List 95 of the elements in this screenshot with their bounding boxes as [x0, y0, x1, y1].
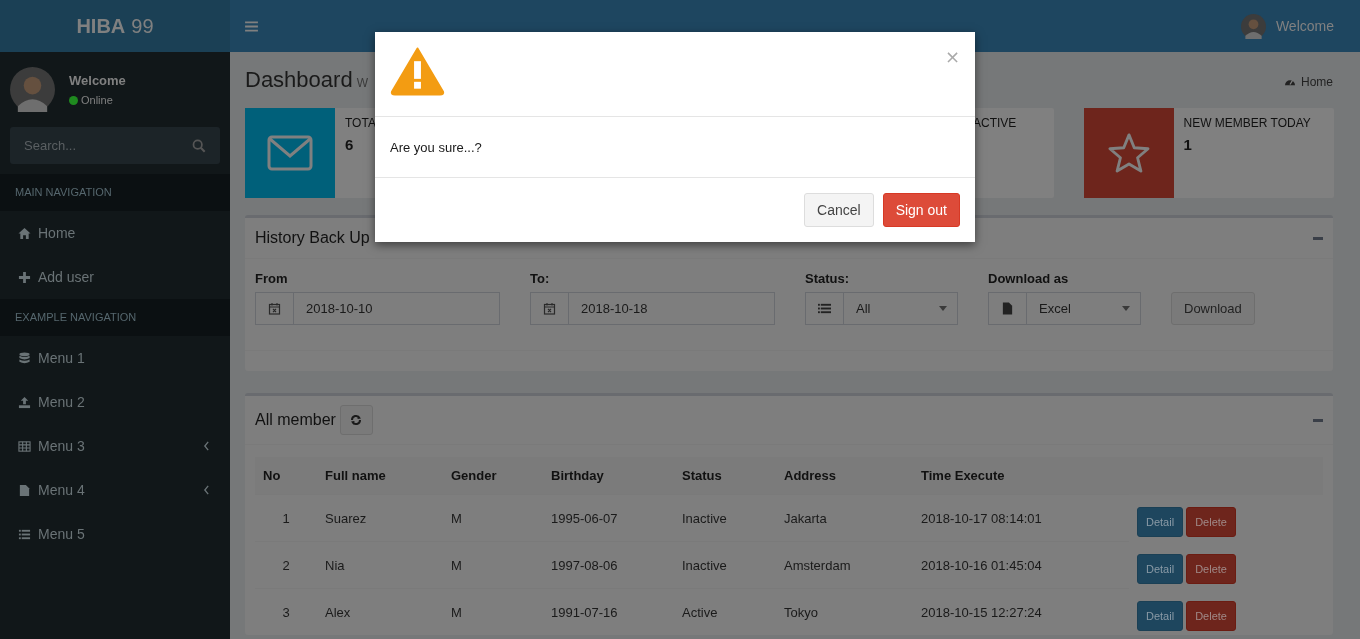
detail-button[interactable]: Detail: [1137, 554, 1184, 584]
table-cell: 2: [255, 541, 317, 589]
delete-button[interactable]: Delete: [1186, 507, 1236, 537]
info-box-label: NEW MEMBER TODAY: [1183, 116, 1311, 130]
file-icon: [1001, 302, 1014, 315]
sidebar-item[interactable]: Menu 1: [0, 336, 230, 380]
search-field[interactable]: Search...: [10, 127, 220, 164]
table-cell: Jakarta: [776, 494, 913, 542]
user-menu-link[interactable]: Welcome: [1275, 18, 1334, 34]
field-label: From: [255, 271, 289, 286]
list-icon: [18, 527, 31, 541]
download-button[interactable]: Download: [1171, 292, 1255, 325]
caret-icon: [939, 306, 947, 311]
sign-out-button[interactable]: Sign out: [882, 193, 960, 227]
search-icon[interactable]: [192, 139, 206, 153]
table-cell: Amsterdam: [776, 541, 913, 589]
refresh-button[interactable]: [339, 405, 373, 435]
avatar-icon[interactable]: [1240, 13, 1266, 39]
field-label: To:: [530, 271, 551, 286]
user-name: Welcome: [69, 73, 126, 88]
dropdown[interactable]: Excel: [988, 292, 1141, 325]
panel-title: All member: [255, 411, 336, 429]
column-header: Gender: [443, 457, 543, 495]
table-cell: 3: [255, 588, 317, 635]
home-icon: [18, 226, 31, 240]
envelope-icon: [267, 133, 313, 173]
menu-icon[interactable]: [245, 20, 258, 32]
sidebar-item[interactable]: Add user: [0, 255, 230, 299]
date-field[interactable]: 2018-10-18: [530, 292, 775, 325]
table-cell: 2018-10-17 08:14:01: [913, 494, 1129, 542]
caret-icon: [1122, 306, 1130, 311]
field-label: Download as: [988, 271, 1070, 286]
column-header: Status: [674, 457, 776, 495]
column-header: Birthday: [543, 457, 674, 495]
delete-button[interactable]: Delete: [1186, 601, 1236, 631]
collapse-icon[interactable]: [1313, 236, 1323, 240]
table-cell: 1991-07-16: [543, 588, 674, 635]
table-cell: Active: [674, 588, 776, 635]
calendar-icon: [268, 302, 281, 315]
warning-icon: [390, 46, 445, 96]
date-field[interactable]: 2018-10-10: [255, 292, 500, 325]
table-cell: 1997-08-06: [543, 541, 674, 589]
collapse-icon[interactable]: [1313, 418, 1323, 422]
list-icon: [818, 302, 831, 315]
nav-section-header: MAIN NAVIGATION: [0, 174, 230, 211]
app-logo[interactable]: HIBA 99: [0, 0, 230, 52]
online-status: Online: [69, 94, 126, 106]
dashboard-icon: [1284, 77, 1296, 87]
column-header: No: [255, 457, 317, 495]
field-label: Status:: [805, 271, 851, 286]
sidebar-item[interactable]: Menu 5: [0, 512, 230, 556]
upload-icon: [18, 395, 31, 409]
table-cell: 1: [255, 494, 317, 542]
cancel-button[interactable]: Cancel: [804, 193, 874, 227]
column-header: Time Execute: [913, 457, 1129, 495]
sidebar-item[interactable]: Menu 3: [0, 424, 230, 468]
column-header: Full name: [317, 457, 443, 495]
database-icon: [18, 351, 31, 365]
sidebar-item[interactable]: Menu 4: [0, 468, 230, 512]
sidebar-item[interactable]: Home: [0, 211, 230, 255]
calendar-icon: [543, 302, 556, 315]
table-cell: 1995-06-07: [543, 494, 674, 542]
refresh-icon: [350, 414, 363, 426]
avatar-icon: [10, 67, 55, 112]
info-box-label: ACTIVE: [973, 116, 1017, 130]
dropdown[interactable]: All: [805, 292, 958, 325]
table-cell: Alex: [317, 588, 443, 635]
table-cell: Inactive: [674, 494, 776, 542]
delete-button[interactable]: Delete: [1186, 554, 1236, 584]
table-icon: [18, 439, 31, 453]
sidebar-item[interactable]: Menu 2: [0, 380, 230, 424]
close-button[interactable]: ×: [944, 46, 960, 67]
table-cell: M: [443, 541, 543, 589]
table-cell: Inactive: [674, 541, 776, 589]
info-box-value: 6: [345, 136, 355, 153]
info-box-value: 1: [1183, 136, 1193, 153]
column-header: Address: [776, 457, 913, 495]
info-box-label: TOTA: [345, 116, 376, 130]
table-cell: M: [443, 588, 543, 635]
dialog-message: Are you sure...?: [390, 139, 482, 155]
page-title: Dashboard: [245, 67, 353, 93]
table-cell: M: [443, 494, 543, 542]
nav-section-header: EXAMPLE NAVIGATION: [0, 299, 230, 336]
table-cell: 2018-10-16 01:45:04: [913, 541, 1129, 589]
page-subtitle: W: [356, 76, 368, 90]
detail-button[interactable]: Detail: [1137, 601, 1184, 631]
plus-icon: [18, 270, 31, 284]
table-cell: Nia: [317, 541, 443, 589]
table-cell: 2018-10-15 12:27:24: [913, 588, 1129, 635]
detail-button[interactable]: Detail: [1137, 507, 1184, 537]
panel-title: History Back Up: [255, 229, 370, 247]
table-cell: Tokyo: [776, 588, 913, 635]
breadcrumb-link[interactable]: Home: [1301, 75, 1333, 89]
file-icon: [18, 483, 31, 497]
table-cell: Suarez: [317, 494, 443, 542]
